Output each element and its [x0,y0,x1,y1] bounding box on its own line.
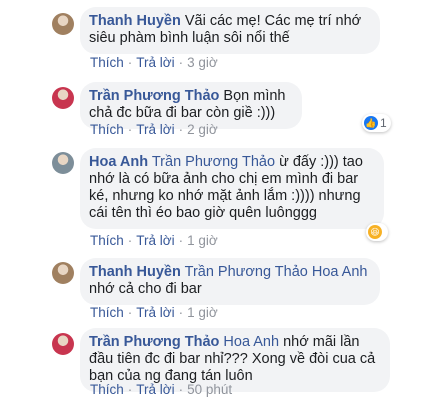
reply-button[interactable]: Trả lời [136,55,174,70]
comment-time[interactable]: 3 giờ [187,55,218,70]
avatar-image [52,87,74,109]
like-button[interactable]: Thích [90,55,124,70]
comment-actions: Thích · Trả lời · 50 phút [90,382,233,397]
haha-icon: 😆 [368,225,382,239]
reply-button[interactable]: Trả lời [136,382,174,397]
reaction-summary[interactable]: 👍 1 [362,114,391,132]
avatar-image [52,333,74,355]
avatar-image [52,262,74,284]
like-button[interactable]: Thích [90,382,124,397]
comment-time[interactable]: 1 giờ [187,305,218,320]
reaction-summary[interactable]: 😆 [366,223,388,241]
mention-link[interactable]: Trần Phương Thảo [152,154,275,170]
like-button[interactable]: Thích [90,122,124,137]
comment-time[interactable]: 2 giờ [187,122,218,137]
comment-actions: Thích · Trả lời · 1 giờ [90,305,218,320]
comment-bubble: Thanh Huyền Trần Phương Thảo Hoa Anh nhớ… [80,258,380,305]
avatar[interactable] [52,13,74,35]
reply-button[interactable]: Trả lời [136,122,174,137]
avatar[interactable] [52,333,74,355]
comment-time[interactable]: 50 phút [187,382,232,397]
avatar-image [52,13,74,35]
avatar[interactable] [52,87,74,109]
comment-author[interactable]: Hoa Anh [89,154,148,170]
avatar[interactable] [52,262,74,284]
reply-button[interactable]: Trả lời [136,305,174,320]
avatar-image [52,152,74,174]
avatar[interactable] [52,152,74,174]
reaction-count: 1 [380,116,387,130]
like-button[interactable]: Thích [90,305,124,320]
comment-author[interactable]: Trần Phương Thảo [89,88,219,104]
comment-text: nhớ cả cho đi bar [89,281,202,297]
comment-actions: Thích · Trả lời · 2 giờ [90,122,218,137]
like-button[interactable]: Thích [90,233,124,248]
comment-author[interactable]: Thanh Huyền [89,13,181,29]
mention-link[interactable]: Hoa Anh [223,334,279,350]
comment-bubble: Thanh Huyền Vãi các mẹ! Các mẹ trí nhớ s… [80,7,380,54]
mention-link[interactable]: Trần Phương Thảo Hoa Anh [185,264,368,280]
like-icon: 👍 [364,116,378,130]
reply-button[interactable]: Trả lời [136,233,174,248]
comment-bubble: Hoa Anh Trần Phương Thảo ừ đấy :))) tao … [80,148,384,229]
comment-actions: Thích · Trả lời · 3 giờ [90,55,218,70]
comment-actions: Thích · Trả lời · 1 giờ [90,233,218,248]
comment-author[interactable]: Trần Phương Thảo [89,334,219,350]
comment-time[interactable]: 1 giờ [187,233,218,248]
comment-author[interactable]: Thanh Huyền [89,264,181,280]
